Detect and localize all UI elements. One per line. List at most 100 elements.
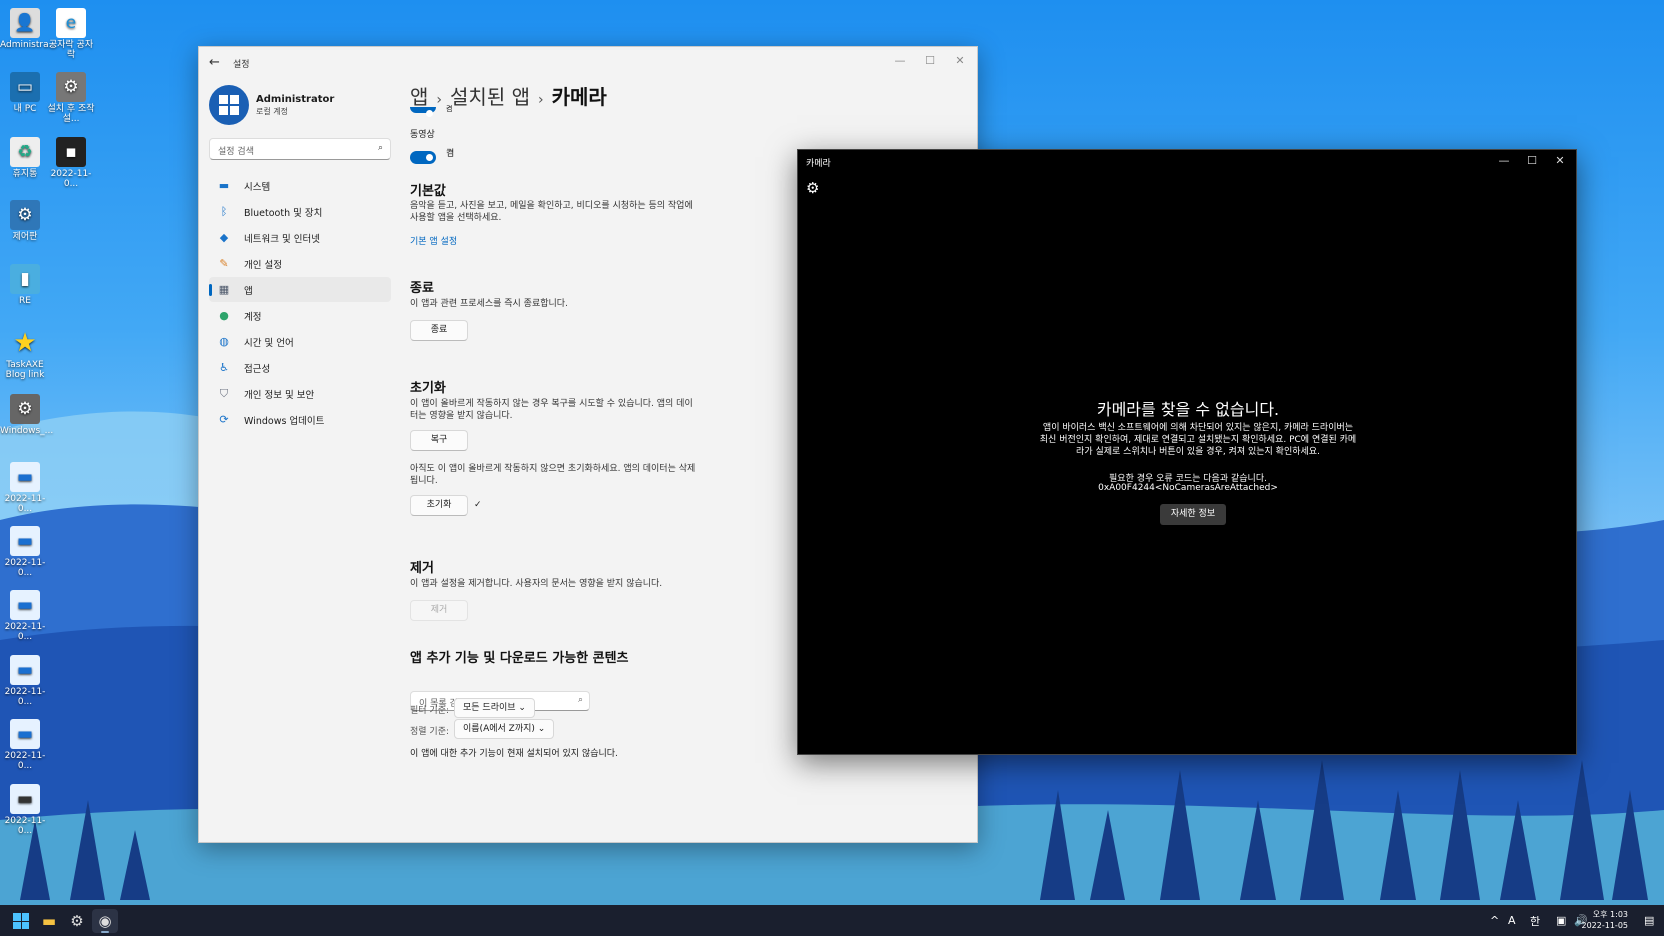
desktop-icon[interactable]: ▬ 2022-11-0... xyxy=(0,526,50,578)
back-arrow-icon[interactable]: ← xyxy=(209,55,220,70)
close-button[interactable]: ✕ xyxy=(1546,152,1574,170)
close-button[interactable]: ✕ xyxy=(945,51,975,71)
sidebar-item-system[interactable]: ▬ 시스템 xyxy=(209,173,391,198)
reset-description: 아직도 이 앱이 올바르게 작동하지 않으면 초기화하세요. 앱의 데이터는 삭… xyxy=(410,464,696,486)
settings-titlebar[interactable]: ← 설정 — ☐ ✕ xyxy=(199,47,977,79)
more-info-button[interactable]: 자세한 정보 xyxy=(1160,504,1226,525)
addons-empty-message: 이 앱에 대한 추가 기능이 현재 설치되어 있지 않습니다. xyxy=(410,749,618,759)
monitor-icon: ▬ xyxy=(218,179,230,192)
camera-title: 카메라 xyxy=(806,159,831,169)
notification-icon[interactable]: ▤ xyxy=(1644,905,1654,936)
network-icon[interactable]: ▣ xyxy=(1556,905,1566,936)
settings-gear-icon: ⚙ xyxy=(10,394,40,424)
breadcrumb: 앱 › 설치된 앱 › 카메라 xyxy=(410,81,607,110)
reset-button[interactable]: 초기화 xyxy=(410,495,468,516)
taskbar: ▬ ⚙ ◉ ^ A 한 ▣ 🔊 오후 1:03 2022-11-05 ▤ xyxy=(0,905,1664,936)
camera-icon[interactable]: ◉ xyxy=(92,909,118,933)
avatar[interactable] xyxy=(209,85,249,125)
desktop-icon[interactable]: ▬ 2022-11-0... xyxy=(0,590,50,642)
desktop-icon[interactable]: ⚙ Windows_... xyxy=(0,394,53,436)
terminate-button[interactable]: 종료 xyxy=(410,320,468,341)
sidebar-item-time-language[interactable]: ◍ 시간 및 언어 xyxy=(209,329,391,354)
defaults-description: 음악을 듣고, 사진을 보고, 메일을 확인하고, 비디오를 시청하는 등의 작… xyxy=(410,201,693,223)
desktop-icon[interactable]: ▬ 2022-11-0... xyxy=(0,462,50,514)
desktop-icon[interactable]: ⚙ 설치 후 조작설... xyxy=(46,72,96,124)
user-folder-icon: 👤 xyxy=(10,8,40,38)
desktop-icon[interactable]: e 공자락 공자락 xyxy=(46,8,96,60)
uninstall-button[interactable]: 제거 xyxy=(410,600,468,621)
minimize-button[interactable]: — xyxy=(885,51,915,71)
sidebar-item-label: Windows 업데이트 xyxy=(244,415,325,427)
desktop-icon[interactable]: ▭ 내 PC xyxy=(0,72,50,114)
minimize-button[interactable]: — xyxy=(1490,152,1518,170)
apps-icon: ▦ xyxy=(218,283,230,296)
chevron-right-icon: › xyxy=(537,92,544,108)
sort-label: 정렬 기준: xyxy=(410,727,450,737)
sidebar-item-privacy[interactable]: ⛉ 개인 정보 및 보안 xyxy=(209,381,391,406)
image-file-icon: ▬ xyxy=(10,526,40,556)
video-toggle[interactable] xyxy=(410,151,436,164)
sidebar-item-personalization[interactable]: ✎ 개인 설정 xyxy=(209,251,391,276)
sidebar-item-bluetooth[interactable]: ᛒ Bluetooth 및 장치 xyxy=(209,199,391,224)
recycle-bin-icon: ♻ xyxy=(10,137,40,167)
image-file-icon: ▬ xyxy=(10,719,40,749)
sidebar-item-network[interactable]: ◆ 네트워크 및 인터넷 xyxy=(209,225,391,250)
shield-icon: ⛉ xyxy=(219,386,229,400)
uninstall-description: 이 앱과 설정을 제거합니다. 사용자의 문서는 영향을 받지 않습니다. xyxy=(410,579,663,589)
repair-button[interactable]: 복구 xyxy=(410,430,468,451)
breadcrumb-apps[interactable]: 앱 xyxy=(410,85,428,109)
image-file-icon: ▬ xyxy=(10,784,40,814)
sidebar-item-accessibility[interactable]: ♿ 접근성 xyxy=(209,355,391,380)
person-icon: ● xyxy=(219,309,229,322)
desktop-icon[interactable]: ★ TaskAXE Blog link xyxy=(0,328,50,380)
sidebar-item-label: 네트워크 및 인터넷 xyxy=(244,233,320,245)
clock-date: 2022-11-05 xyxy=(1581,921,1629,930)
settings-search-input[interactable]: 설정 검색 ⌕ xyxy=(209,138,391,160)
addons-heading: 앱 추가 기능 및 다운로드 가능한 콘텐츠 xyxy=(410,651,629,666)
internet-explorer-icon: e xyxy=(56,8,86,38)
desktop-icon[interactable]: ▬ 2022-11-0... xyxy=(0,655,50,707)
wifi-icon: ◆ xyxy=(219,231,229,244)
sidebar-item-apps[interactable]: ▦ 앱 xyxy=(209,277,391,302)
clock[interactable]: 오후 1:03 2022-11-05 xyxy=(1582,909,1629,931)
ime-language-indicator[interactable]: 한 xyxy=(1530,905,1540,936)
video-label: 동영상 xyxy=(410,130,435,140)
ime-mode-indicator[interactable]: A xyxy=(1508,905,1516,936)
filter-value: 모든 드라이브 xyxy=(463,703,516,713)
sidebar-item-label: 시스템 xyxy=(244,181,271,193)
tray-chevron-icon[interactable]: ^ xyxy=(1490,905,1499,936)
desktop-icon[interactable]: ♻ 휴지통 xyxy=(0,137,50,179)
breadcrumb-installed-apps[interactable]: 설치된 앱 xyxy=(450,85,530,109)
book-icon: ▮ xyxy=(10,264,40,294)
settings-icon[interactable]: ⚙ xyxy=(64,909,90,933)
settings-gear-icon: ⚙ xyxy=(56,72,86,102)
start-button[interactable] xyxy=(8,909,34,933)
sidebar-item-label: 계정 xyxy=(244,311,262,323)
sidebar-item-label: 접근성 xyxy=(244,363,271,375)
accessibility-icon: ♿ xyxy=(219,361,229,374)
gear-icon[interactable]: ⚙ xyxy=(806,179,819,197)
update-icon: ⟳ xyxy=(219,413,229,426)
camera-window: 카메라 — ☐ ✕ ⚙ 카메라를 찾을 수 없습니다. 앱이 바이러스 백신 소… xyxy=(797,149,1577,755)
sort-dropdown[interactable]: 이름(A에서 Z까지) ⌄ xyxy=(454,719,555,739)
desktop-icon[interactable]: ▮ RE xyxy=(0,264,50,306)
terminate-description: 이 앱과 관련 프로세스를 즉시 종료합니다. xyxy=(410,299,568,309)
desktop-icon[interactable]: ▬ 2022-11-0... xyxy=(0,784,50,836)
terminate-heading: 종료 xyxy=(410,281,434,296)
partial-toggle[interactable] xyxy=(410,107,436,117)
sidebar-item-windows-update[interactable]: ⟳ Windows 업데이트 xyxy=(209,407,391,432)
filter-dropdown[interactable]: 모든 드라이브 ⌄ xyxy=(454,698,535,718)
maximize-button[interactable]: ☐ xyxy=(915,51,945,71)
desktop-icon[interactable]: 👤 Administra... xyxy=(0,8,57,50)
sidebar-item-accounts[interactable]: ● 계정 xyxy=(209,303,391,328)
checkmark-icon: ✓ xyxy=(474,500,482,510)
image-file-icon: ▬ xyxy=(10,462,40,492)
partial-toggle-state: 켬 xyxy=(446,105,453,113)
desktop-icon[interactable]: ⚙ 제어판 xyxy=(0,200,50,242)
chevron-down-icon: ⌄ xyxy=(518,703,526,713)
file-explorer-icon[interactable]: ▬ xyxy=(36,909,62,933)
default-apps-link[interactable]: 기본 앱 설정 xyxy=(410,234,457,247)
desktop-icon[interactable]: ▪ 2022-11-0... xyxy=(46,137,96,189)
maximize-button[interactable]: ☐ xyxy=(1518,152,1546,170)
desktop-icon[interactable]: ▬ 2022-11-0... xyxy=(0,719,50,771)
